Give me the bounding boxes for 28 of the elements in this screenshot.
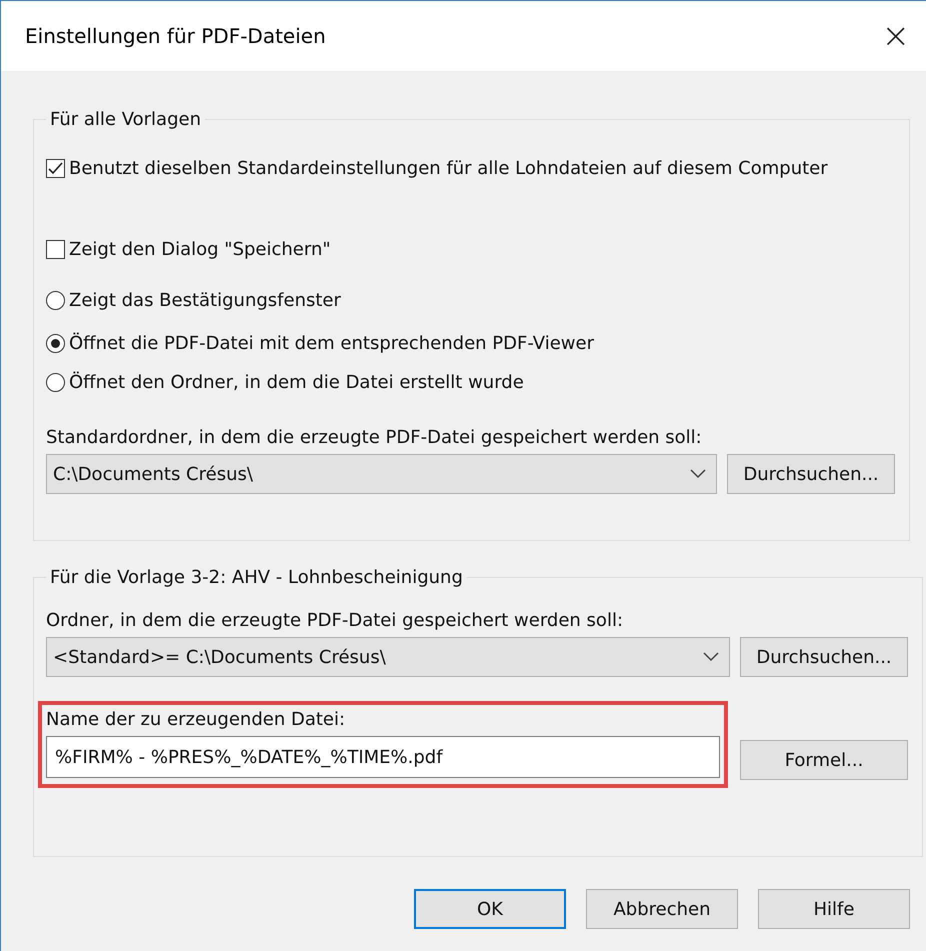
formula-button[interactable]: Formel... — [740, 740, 908, 780]
radio-label: Zeigt das Bestätigungsfenster — [69, 290, 341, 311]
filename-field[interactable]: %FIRM% - %PRES%_%DATE%_%TIME%.pdf — [46, 736, 720, 778]
radio-button[interactable] — [46, 373, 65, 392]
group-title: Für die Vorlage 3-2: AHV - Lohnbescheinigung — [49, 567, 464, 588]
field-label: Standardordner, in dem die erzeugte PDF-Datei gespeichert werden soll: — [46, 427, 703, 448]
radio-button[interactable] — [46, 334, 65, 353]
group-title: Für alle Vorlagen — [49, 109, 202, 130]
radio-label: Öffnet den Ordner, in dem die Datei erstellt wurde — [69, 372, 524, 393]
folder-dropdown[interactable]: C:\Documents Crésus\ — [46, 454, 717, 494]
checkbox-label: Benutzt dieselben Standardeinstellungen für alle Lohndateien auf diesem Computer — [69, 158, 828, 179]
window-title: Einstellungen für PDF-Dateien — [25, 24, 326, 48]
field-label: Ordner, in dem die erzeugte PDF-Datei gespeichert werden soll: — [46, 610, 624, 631]
dialog-button[interactable]: Hilfe — [758, 889, 910, 929]
browse-button[interactable]: Durchsuchen... — [727, 454, 895, 494]
checkbox-label: Zeigt den Dialog "Speichern" — [69, 239, 331, 260]
chevron-down-icon — [703, 652, 719, 662]
radio-button[interactable] — [46, 291, 65, 310]
dialog-button[interactable]: Abbrechen — [586, 889, 738, 929]
field-label: Name der zu erzeugenden Datei: — [46, 709, 346, 730]
dialog-button[interactable]: OK — [414, 889, 566, 929]
checkbox[interactable] — [46, 240, 65, 259]
browse-button[interactable]: Durchsuchen... — [740, 637, 908, 677]
folder-dropdown[interactable]: <Standard>= C:\Documents Crésus\ — [46, 637, 730, 677]
checkbox[interactable] — [46, 159, 65, 178]
close-button[interactable]: × — [876, 19, 916, 53]
radio-label: Öffnet die PDF-Datei mit dem entsprechenden PDF-Viewer — [69, 333, 594, 354]
chevron-down-icon — [690, 469, 706, 479]
